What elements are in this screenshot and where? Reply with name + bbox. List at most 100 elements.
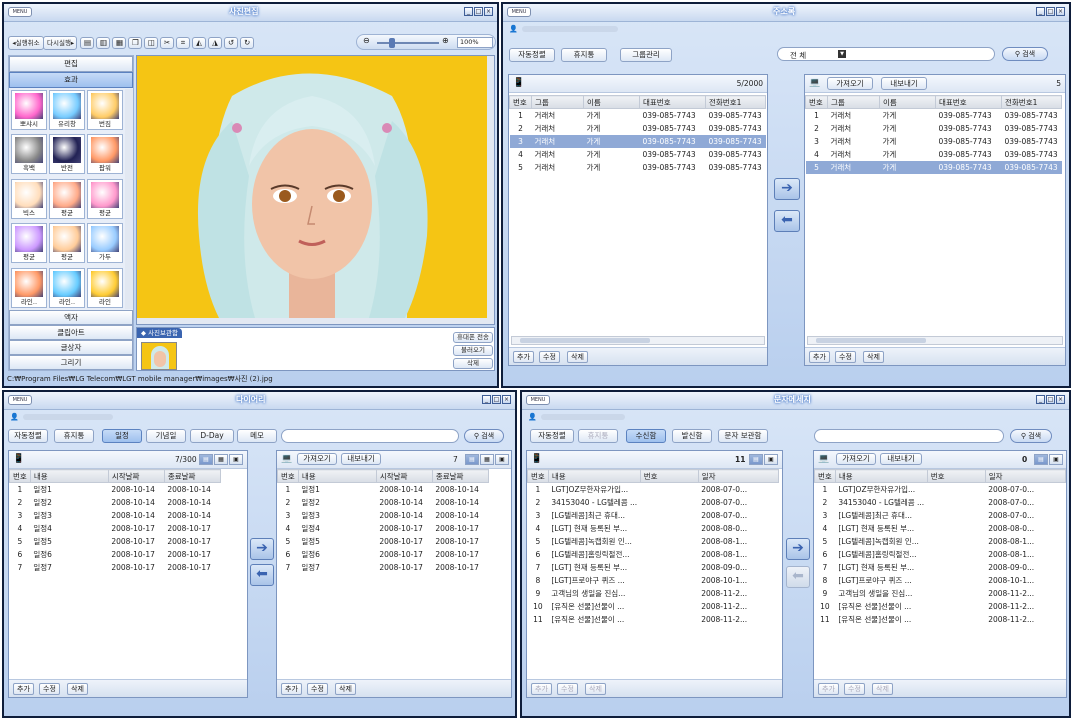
tool-save-icon[interactable]: ▥ [96,37,110,49]
delete-button[interactable]: 삭제 [567,351,588,363]
effect-item[interactable]: 빅스 [11,178,47,219]
dropdown-icon[interactable]: ▼ [838,50,846,58]
close-icon[interactable]: × [502,395,511,404]
view-month-icon[interactable]: ▣ [229,454,243,465]
export-button[interactable]: 내보내기 [881,77,927,90]
tab-inbox[interactable]: 수신함 [626,429,666,443]
auto-sort-button[interactable]: 자동정렬 [530,429,574,443]
view-month-icon[interactable]: ▣ [495,454,509,465]
table-row[interactable]: 2 거래처 가게 039-085-7743 039-085-7743 [510,122,766,135]
table-row[interactable]: 8 [LGT]프로야구 퀴즈 ... 2008-10-1... [528,574,779,587]
photo-canvas[interactable] [136,55,495,325]
tool-rotate-right-icon[interactable]: ↻ [240,37,254,49]
delete-button[interactable]: 삭제 [872,683,893,695]
close-icon[interactable]: × [1056,7,1065,16]
table-row[interactable]: 8 [LGT]프로야구 퀴즈 ... 2008-10-1... [815,574,1066,587]
column-header[interactable]: 내용 [297,469,377,483]
load-button[interactable]: 불러오기 [453,345,493,356]
export-button[interactable]: 내보내기 [341,453,381,465]
side-edit[interactable]: 편집 [9,56,133,72]
table-row[interactable]: 3 거래처 가게 039-085-7743 039-085-7743 [509,134,766,148]
table-row[interactable]: 11 [유직온 선물]선물이 ... 2008-11-2... [528,613,779,626]
export-button[interactable]: 내보내기 [880,453,922,465]
tool-cut-icon[interactable]: ✂ [160,37,174,49]
effect-item[interactable]: 유리창 [49,90,85,130]
table-row[interactable]: 6 일정6 2008-10-17 2008-10-17 [10,548,221,561]
zoom-select[interactable]: 100% [457,37,493,48]
zoom-slider-thumb[interactable] [389,38,395,48]
tool-flip-icon[interactable]: ◭ [192,37,206,49]
delete-button[interactable]: 삭제 [863,351,884,363]
import-button[interactable]: 가져오기 [827,77,873,90]
table-row[interactable]: 1 LGT]OZ무한자유가입... 2008-07-0... [815,483,1066,496]
column-header[interactable]: 이름 [583,95,640,109]
effect-scrollbar[interactable] [125,89,133,309]
delete-button[interactable]: 삭제 [585,683,606,695]
column-header[interactable]: 번호 [527,469,549,483]
column-header[interactable]: 내용 [29,469,109,483]
edit-button[interactable]: 수정 [307,683,328,695]
table-row[interactable]: 9 고객님의 생일을 진심... 2008-11-2... [528,587,779,600]
close-icon[interactable]: × [484,7,493,16]
table-row[interactable]: 2 거래처 가게 039-085-7743 039-085-7743 [806,122,1062,135]
column-header[interactable]: 내용 [834,469,928,483]
search-input[interactable] [281,429,459,443]
table-row[interactable]: 5 일정5 2008-10-17 2008-10-17 [278,535,489,548]
search-field[interactable]: 전 체 ▼ [777,47,995,61]
add-button[interactable]: 추가 [513,351,534,363]
effect-item[interactable]: 흑백 [11,134,47,175]
edit-button[interactable]: 수정 [39,683,60,695]
trash-button[interactable]: 휴지통 [578,429,618,443]
table-row[interactable]: 4 [LGT] 현재 등록된 부... 2008-08-0... [528,522,779,535]
add-button[interactable]: 추가 [13,683,34,695]
column-header[interactable]: 번호 [814,469,836,483]
delete-button[interactable]: 삭제 [453,358,493,369]
table-row[interactable]: 1 거래처 가게 039-085-7743 039-085-7743 [510,109,766,122]
search-input[interactable] [814,429,1004,443]
column-header[interactable]: 번호 [639,469,699,483]
trash-button[interactable]: 휴지통 [561,48,607,62]
table-row[interactable]: 4 일정4 2008-10-17 2008-10-17 [10,522,221,535]
tool-print-icon[interactable]: ▦ [112,37,126,49]
column-header[interactable]: 번호 [509,95,532,109]
effect-item[interactable]: 팝워 [87,134,123,175]
column-header[interactable]: 내용 [547,469,641,483]
tool-mirror-icon[interactable]: ◮ [208,37,222,49]
tab-memo[interactable]: 메모 [237,429,277,443]
zoom-out-icon[interactable]: ⊖ [363,36,370,45]
table-row[interactable]: 5 일정5 2008-10-17 2008-10-17 [10,535,221,548]
maximize-icon[interactable]: □ [1046,395,1055,404]
tray-thumbnail[interactable] [141,342,177,370]
tool-paste-icon[interactable]: ◫ [144,37,158,49]
table-row[interactable]: 3 일정3 2008-10-14 2008-10-14 [10,509,221,522]
effect-item[interactable]: 가두 [87,223,123,264]
table-row[interactable]: 6 [LG텔레콤]홈링릭절전... 2008-08-1... [815,548,1066,561]
table-row[interactable]: 3 일정3 2008-10-14 2008-10-14 [278,509,489,522]
view-list-icon[interactable]: ▤ [465,454,479,465]
view-list-icon[interactable]: ▤ [1034,454,1048,465]
table-row[interactable]: 4 일정4 2008-10-17 2008-10-17 [278,522,489,535]
tab-anniversary[interactable]: 기념일 [146,429,186,443]
table-row[interactable]: 5 거래처 가게 039-085-7743 039-085-7743 [805,160,1062,174]
redo-button[interactable]: 다시실행▸ [43,36,77,50]
table-row[interactable]: 2 34153040 - LG텔레콤 ... 2008-07-0... [815,496,1066,509]
zoom-slider[interactable] [377,42,439,44]
add-button[interactable]: 추가 [281,683,302,695]
column-header[interactable]: 시작날짜 [107,469,165,483]
copy-to-pc-button[interactable]: ➔ [774,178,800,200]
table-row[interactable]: 2 34153040 - LG텔레콤 ... 2008-07-0... [528,496,779,509]
effect-item[interactable]: 평균 [87,178,123,219]
table-row[interactable]: 1 일정1 2008-10-14 2008-10-14 [278,483,489,496]
copy-to-phone-button[interactable]: ⬅ [774,210,800,232]
column-header[interactable]: 대표번호 [935,95,1002,109]
effect-item[interactable]: 평균 [49,223,85,264]
edit-button[interactable]: 수정 [539,351,560,363]
search-button[interactable]: ⚲ 검색 [464,429,504,443]
table-row[interactable]: 5 [LG텔레콤]녹캡회원 인... 2008-08-1... [815,535,1066,548]
table-row[interactable]: 2 일정2 2008-10-14 2008-10-14 [10,496,221,509]
tool-copy-icon[interactable]: ❐ [128,37,142,49]
side-effect[interactable]: 효과 [9,72,133,88]
trash-button[interactable]: 휴지통 [54,429,94,443]
zoom-in-icon[interactable]: ⊕ [442,36,449,45]
table-row[interactable]: 7 [LGT] 현재 등록된 부... 2008-09-0... [815,561,1066,574]
